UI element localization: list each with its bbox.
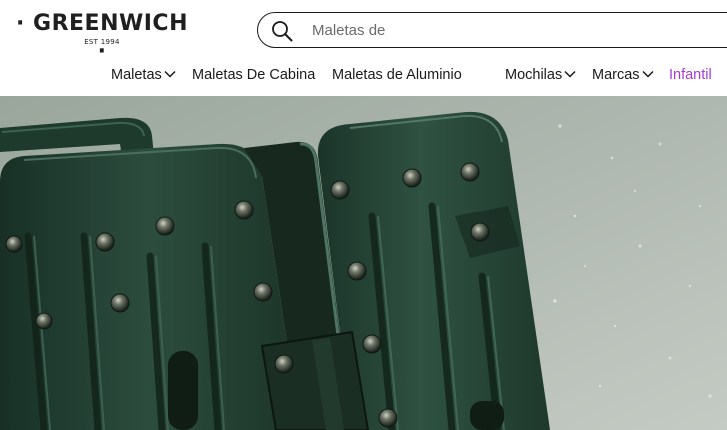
nav-item-mochilas[interactable]: Mochilas (505, 62, 576, 88)
nav-item-label: Maletas De Cabina (192, 67, 316, 83)
site-header: · GREENWICH · EST 1994 Maletas Maletas D… (0, 0, 727, 96)
nav-item-label: Mochilas (505, 67, 563, 83)
nav-item-maletas-de-cabina[interactable]: Maletas De Cabina (192, 62, 315, 88)
logo-dot-left: · (15, 11, 25, 36)
search-input[interactable] (312, 19, 712, 41)
nav-item-label: Maletas de Aluminio (332, 67, 462, 83)
nav-item-maletas[interactable]: Maletas (111, 62, 176, 88)
nav-item-label: Marcas (592, 67, 640, 83)
search-icon[interactable] (271, 20, 293, 42)
nav-item-label: Infantil (669, 67, 712, 83)
brand-tagline: EST 1994 (84, 38, 120, 46)
hero-suitcase-image (0, 96, 727, 430)
nav-item-label: Maletas (111, 67, 162, 83)
hero-banner[interactable] (0, 96, 727, 430)
chevron-down-icon (164, 71, 176, 78)
nav-item-infantil[interactable]: Infantil (669, 62, 712, 88)
nav-item-maletas-de-aluminio[interactable]: Maletas de Aluminio (332, 62, 462, 88)
main-nav: Maletas Maletas De Cabina Maletas de Alu… (0, 62, 727, 88)
brand-logo[interactable]: · GREENWICH · EST 1994 (12, 10, 192, 64)
chevron-down-icon (564, 71, 576, 78)
chevron-down-icon (642, 71, 654, 78)
brand-name: GREENWICH (33, 11, 188, 36)
search-bar[interactable] (257, 12, 727, 48)
nav-item-marcas[interactable]: Marcas (592, 62, 654, 88)
